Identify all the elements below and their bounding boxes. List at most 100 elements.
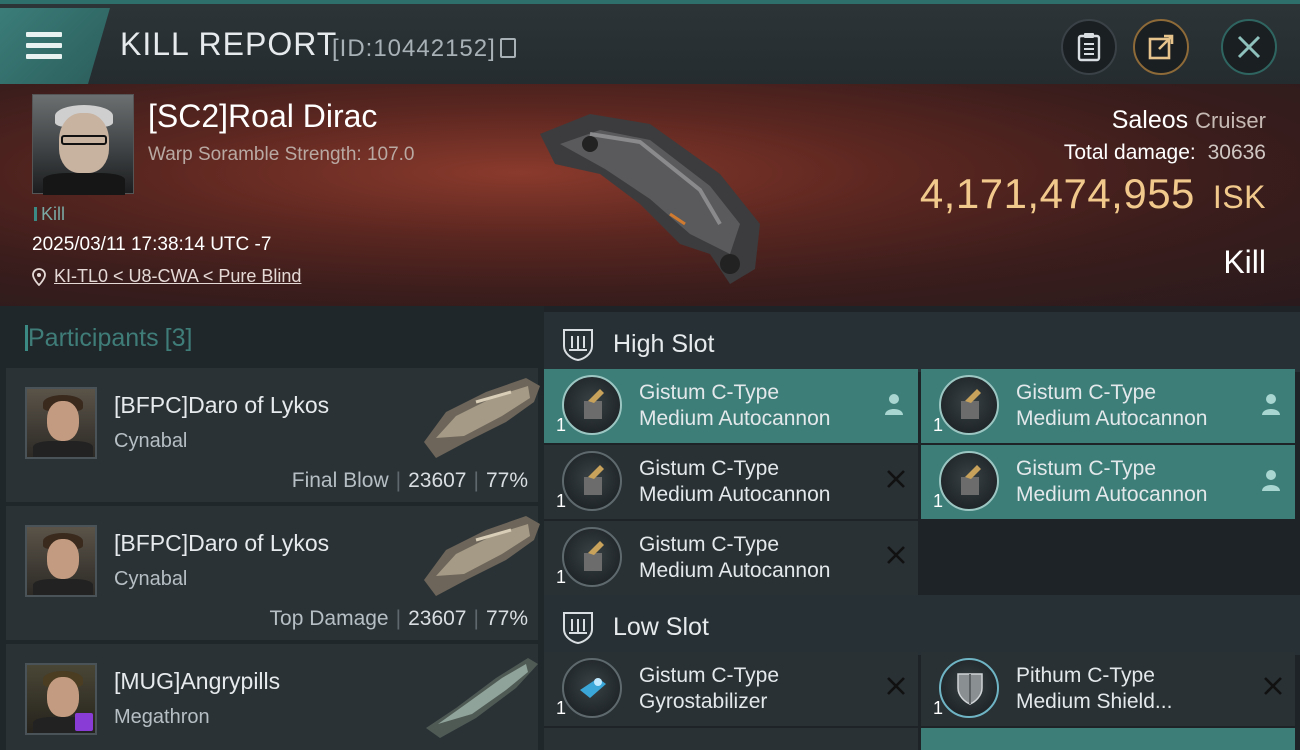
module-name-line1: Pithum C-Type xyxy=(1016,664,1155,687)
dropped-person-icon xyxy=(885,394,903,415)
autocannon-icon xyxy=(961,389,981,419)
avatar[interactable] xyxy=(25,663,97,735)
destroyed-x-icon xyxy=(887,546,905,564)
close-button[interactable] xyxy=(1221,19,1277,75)
participant-stats: Final Blow | 23607 | 77% xyxy=(291,469,528,492)
module-quantity: 1 xyxy=(933,491,944,511)
module-quantity: 1 xyxy=(556,698,567,718)
module-quantity: 1 xyxy=(933,698,944,718)
participant-role: Top Damage xyxy=(269,607,389,630)
victim-banner: [SC2]Roal Dirac Warp Soramble Strength: … xyxy=(0,84,1300,306)
total-damage-value: 30636 xyxy=(1207,141,1266,164)
share-button[interactable] xyxy=(1133,19,1189,75)
alliance-badge-icon xyxy=(75,713,93,731)
module-name-line2: Medium Autocannon xyxy=(1016,483,1208,506)
copy-icon[interactable] xyxy=(500,38,516,58)
participant-ship-image xyxy=(424,516,540,596)
low-slot-icon xyxy=(563,612,593,645)
autocannon-icon xyxy=(961,465,981,495)
ship-type: Saleos xyxy=(1111,106,1189,134)
module-quantity: 1 xyxy=(556,491,567,511)
isk-value: 4,171,474,955 ISK xyxy=(920,170,1266,218)
module-item-partial[interactable] xyxy=(921,728,1295,750)
warp-scramble-strength: Warp Soramble Strength: 107.0 xyxy=(148,144,415,165)
module-item[interactable]: 1 Gistum C-Type Medium Autocannon xyxy=(921,445,1295,519)
location-text: KI-TL0 < U8-CWA < Pure Blind xyxy=(54,266,302,286)
module-item[interactable]: 1 Gistum C-Type Gyrostabilizer xyxy=(544,652,918,726)
isk-amount: 4,171,474,955 xyxy=(919,170,1195,217)
participant-stats: Top Damage | 23607 | 77% xyxy=(269,607,528,630)
participant-ship-image xyxy=(426,658,538,738)
header-bar: KILL REPORT [ID:10442152] xyxy=(0,0,1300,84)
participant-card[interactable]: [MUG]Angrypills Megathron xyxy=(6,644,538,750)
shield-extender-icon xyxy=(957,673,983,705)
high-slot-label: High Slot xyxy=(613,330,715,358)
participant-card[interactable]: [BFPC]Daro of Lykos Cynabal Final Blow | 2… xyxy=(6,368,540,502)
victim-portrait[interactable] xyxy=(32,94,134,195)
total-damage: Total damage: 30636 xyxy=(1064,141,1266,165)
page-title: KILL REPORT xyxy=(120,26,338,62)
total-damage-label: Total damage: xyxy=(1063,141,1196,164)
participant-damage: 23607 xyxy=(408,469,467,492)
participants-header: Participants [3] xyxy=(24,324,192,353)
victim-name[interactable]: [SC2]Roal Dirac xyxy=(148,98,377,135)
module-name-line1: Gistum C-Type xyxy=(1016,457,1157,480)
gyrostabilizer-icon xyxy=(580,678,606,698)
clipboard-button[interactable] xyxy=(1061,19,1117,75)
high-slot-header: High Slot xyxy=(544,312,1300,372)
module-name-line2: Gyrostabilizer xyxy=(639,690,768,713)
victim-ship-image[interactable] xyxy=(530,94,780,294)
destroyed-x-icon xyxy=(887,470,905,488)
location-pin-icon xyxy=(32,267,46,286)
autocannon-icon xyxy=(584,389,604,419)
module-item[interactable]: 1 Gistum C-Type Medium Autocannon xyxy=(544,369,918,443)
module-name-line1: Gistum C-Type xyxy=(639,664,780,687)
module-name-line1: Gistum C-Type xyxy=(639,381,780,404)
module-name-line2: Medium Shield... xyxy=(1016,690,1173,713)
kill-result: Kill xyxy=(1223,244,1266,280)
kill-datetime: 2025/03/11 17:38:14 UTC -7 xyxy=(32,234,272,255)
module-item[interactable]: 1 Gistum C-Type Medium Autocannon xyxy=(544,521,918,595)
module-quantity: 1 xyxy=(556,415,567,435)
avatar[interactable] xyxy=(25,387,97,459)
autocannon-icon xyxy=(584,541,604,571)
report-id: [ID:10442152] xyxy=(332,35,496,62)
participant-name: [BFPC]Daro of Lykos xyxy=(114,530,330,556)
participant-card[interactable]: [BFPC]Daro of Lykos Cynabal Top Damage | 2… xyxy=(6,506,540,640)
module-name-line1: Gistum C-Type xyxy=(639,533,780,556)
module-name-line2: Medium Autocannon xyxy=(639,559,831,582)
participants-panel: Participants [3] [BFPC]Daro of Lykos Cyna… xyxy=(0,306,544,750)
participants-label: Participants xyxy=(28,324,159,352)
destroyed-x-icon xyxy=(1264,677,1282,695)
participant-damage: 23607 xyxy=(408,607,467,630)
close-icon xyxy=(1237,35,1261,59)
module-name-line2: Medium Autocannon xyxy=(639,407,831,430)
module-name-line2: Medium Autocannon xyxy=(1016,407,1208,430)
victim-ship-name: Saleos Cruiser xyxy=(1112,106,1266,135)
module-name-line1: Gistum C-Type xyxy=(1016,381,1157,404)
participant-ship: Megathron xyxy=(114,706,210,728)
low-slot-header: Low Slot xyxy=(544,595,1300,655)
autocannon-icon xyxy=(584,465,604,495)
share-icon xyxy=(1148,34,1174,60)
kill-tag: Kill xyxy=(34,204,65,225)
module-name-line1: Gistum C-Type xyxy=(639,457,780,480)
hamburger-icon xyxy=(26,32,62,60)
module-quantity: 1 xyxy=(933,415,944,435)
avatar[interactable] xyxy=(25,525,97,597)
dropped-person-icon xyxy=(1262,394,1280,415)
ship-class: Cruiser xyxy=(1195,108,1266,133)
module-item-partial[interactable] xyxy=(544,728,918,750)
menu-button[interactable] xyxy=(0,8,110,84)
module-item[interactable]: 1 Gistum C-Type Medium Autocannon xyxy=(544,445,918,519)
clipboard-icon xyxy=(1077,33,1101,62)
kill-location-link[interactable]: KI-TL0 < U8-CWA < Pure Blind xyxy=(32,266,301,287)
module-quantity: 1 xyxy=(556,567,567,587)
participant-percent: 77% xyxy=(485,607,528,630)
module-item[interactable]: 1 Pithum C-Type Medium Shield... xyxy=(921,652,1295,726)
high-slot-icon xyxy=(563,329,593,362)
module-item[interactable]: 1 Gistum C-Type Medium Autocannon xyxy=(921,369,1295,443)
participant-ship: Cynabal xyxy=(114,430,188,452)
dropped-person-icon xyxy=(1262,470,1280,491)
destroyed-x-icon xyxy=(887,677,905,695)
